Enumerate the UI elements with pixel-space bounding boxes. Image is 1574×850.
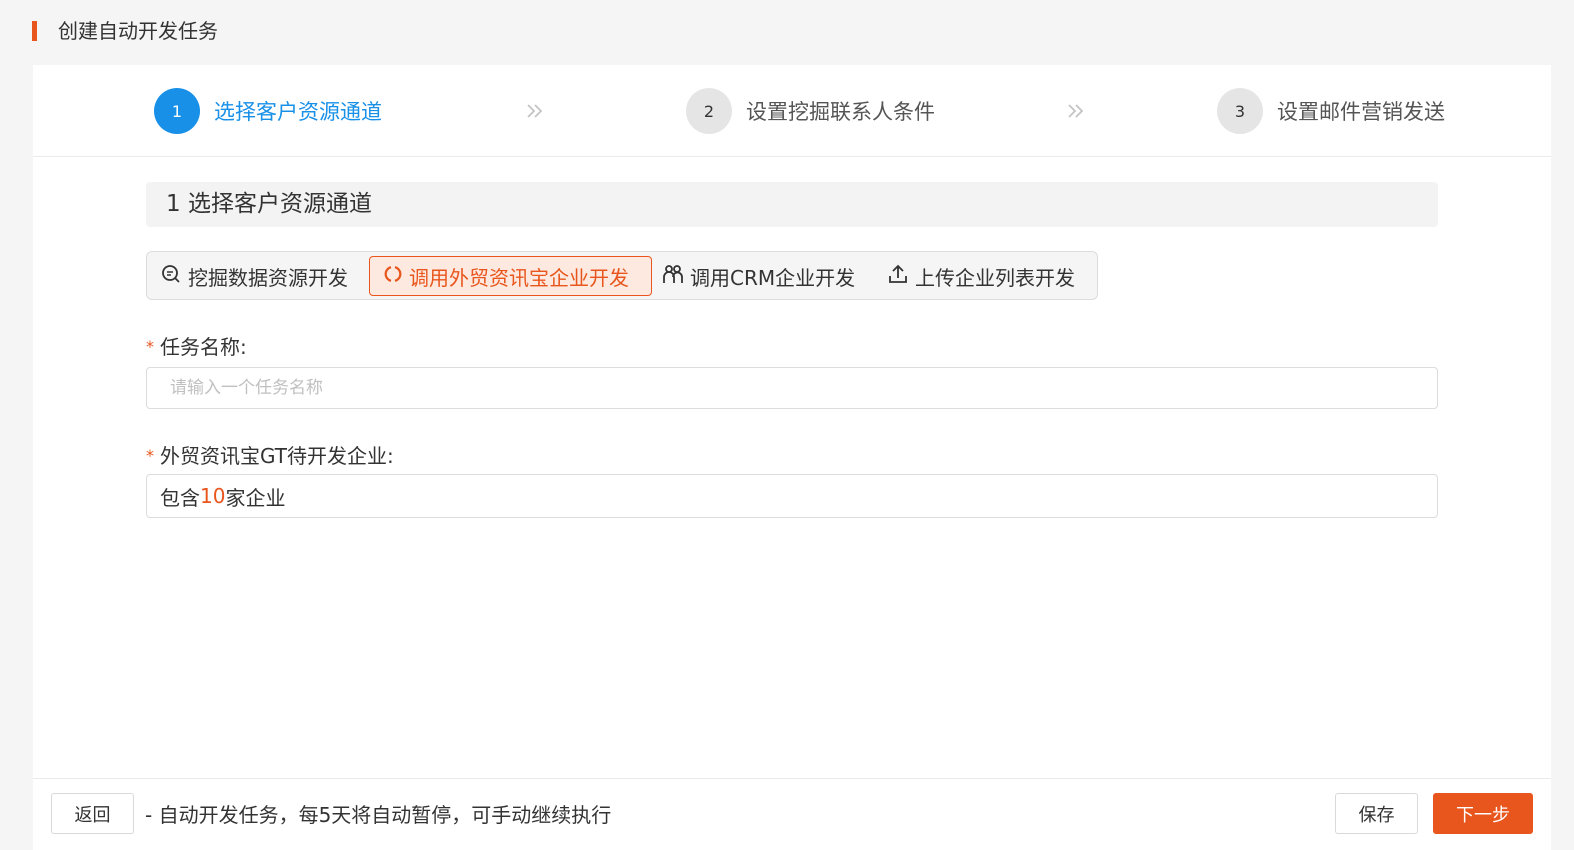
enterprises-field[interactable]: 包含 10 家企业: [146, 474, 1438, 518]
next-step-button[interactable]: 下一步: [1433, 793, 1533, 834]
page-header: 创建自动开发任务: [0, 0, 1574, 62]
enterprises-count: 10: [200, 484, 226, 508]
task-name-label: * 任务名称:: [146, 331, 247, 360]
chevron-double-right-icon: [1065, 99, 1087, 123]
tab-gt-enterprise[interactable]: 调用外贸资讯宝企业开发: [369, 256, 652, 296]
source-channel-tabs: 挖掘数据资源开发 调用外贸资讯宝企业开发 调用CRM企业开发 上传企业列表开发: [146, 251, 1098, 300]
title-accent-bar: [32, 21, 37, 41]
tab-upload-list[interactable]: 上传企业列表开发: [887, 256, 1075, 296]
users-icon: [662, 263, 684, 290]
steps-bar: 1 选择客户资源通道 2 设置挖掘联系人条件 3 设置邮件营销发送: [33, 65, 1551, 157]
step-1-number: 1: [154, 88, 200, 134]
step-1[interactable]: 1 选择客户资源通道: [154, 88, 382, 134]
required-mark: *: [146, 337, 154, 356]
tab-gt-enterprise-label: 调用外贸资讯宝企业开发: [409, 265, 629, 290]
main-card: 1 选择客户资源通道 2 设置挖掘联系人条件 3 设置邮件营销发送 1 选择客户…: [33, 65, 1551, 850]
upload-icon: [887, 263, 909, 290]
tab-crm-enterprise[interactable]: 调用CRM企业开发: [662, 256, 855, 296]
back-button[interactable]: 返回: [51, 793, 134, 834]
step-3-number: 3: [1217, 88, 1263, 134]
required-mark: *: [146, 446, 154, 465]
enterprises-suffix: 家企业: [225, 485, 286, 510]
tab-mine-data-label: 挖掘数据资源开发: [188, 265, 348, 290]
tab-crm-enterprise-label: 调用CRM企业开发: [690, 265, 856, 290]
task-name-label-text: 任务名称:: [160, 335, 247, 359]
enterprises-label-text: 外贸资讯宝GT待开发企业:: [160, 444, 394, 468]
footer-bar: 返回 - 自动开发任务，每5天将自动暂停，可手动继续执行 保存 下一步: [33, 778, 1551, 850]
loading-ring-icon: [383, 264, 403, 289]
tab-upload-list-label: 上传企业列表开发: [915, 265, 1075, 290]
step-3[interactable]: 3 设置邮件营销发送: [1217, 88, 1445, 134]
tab-mine-data[interactable]: 挖掘数据资源开发: [160, 256, 348, 296]
chevron-double-right-icon: [524, 99, 546, 123]
search-doc-icon: [160, 263, 182, 290]
step-2-label: 设置挖掘联系人条件: [746, 100, 935, 124]
enterprises-label: * 外贸资讯宝GT待开发企业:: [146, 440, 394, 469]
step-2-number: 2: [686, 88, 732, 134]
page-title: 创建自动开发任务: [58, 19, 218, 43]
section-title: 1 选择客户资源通道: [146, 182, 1438, 227]
step-3-label: 设置邮件营销发送: [1277, 100, 1445, 124]
task-name-input[interactable]: [146, 367, 1438, 409]
step-2[interactable]: 2 设置挖掘联系人条件: [686, 88, 935, 134]
step-1-label: 选择客户资源通道: [214, 100, 382, 124]
auto-pause-note: - 自动开发任务，每5天将自动暂停，可手动继续执行: [145, 803, 612, 827]
enterprises-prefix: 包含: [160, 485, 200, 510]
save-button[interactable]: 保存: [1335, 793, 1418, 834]
